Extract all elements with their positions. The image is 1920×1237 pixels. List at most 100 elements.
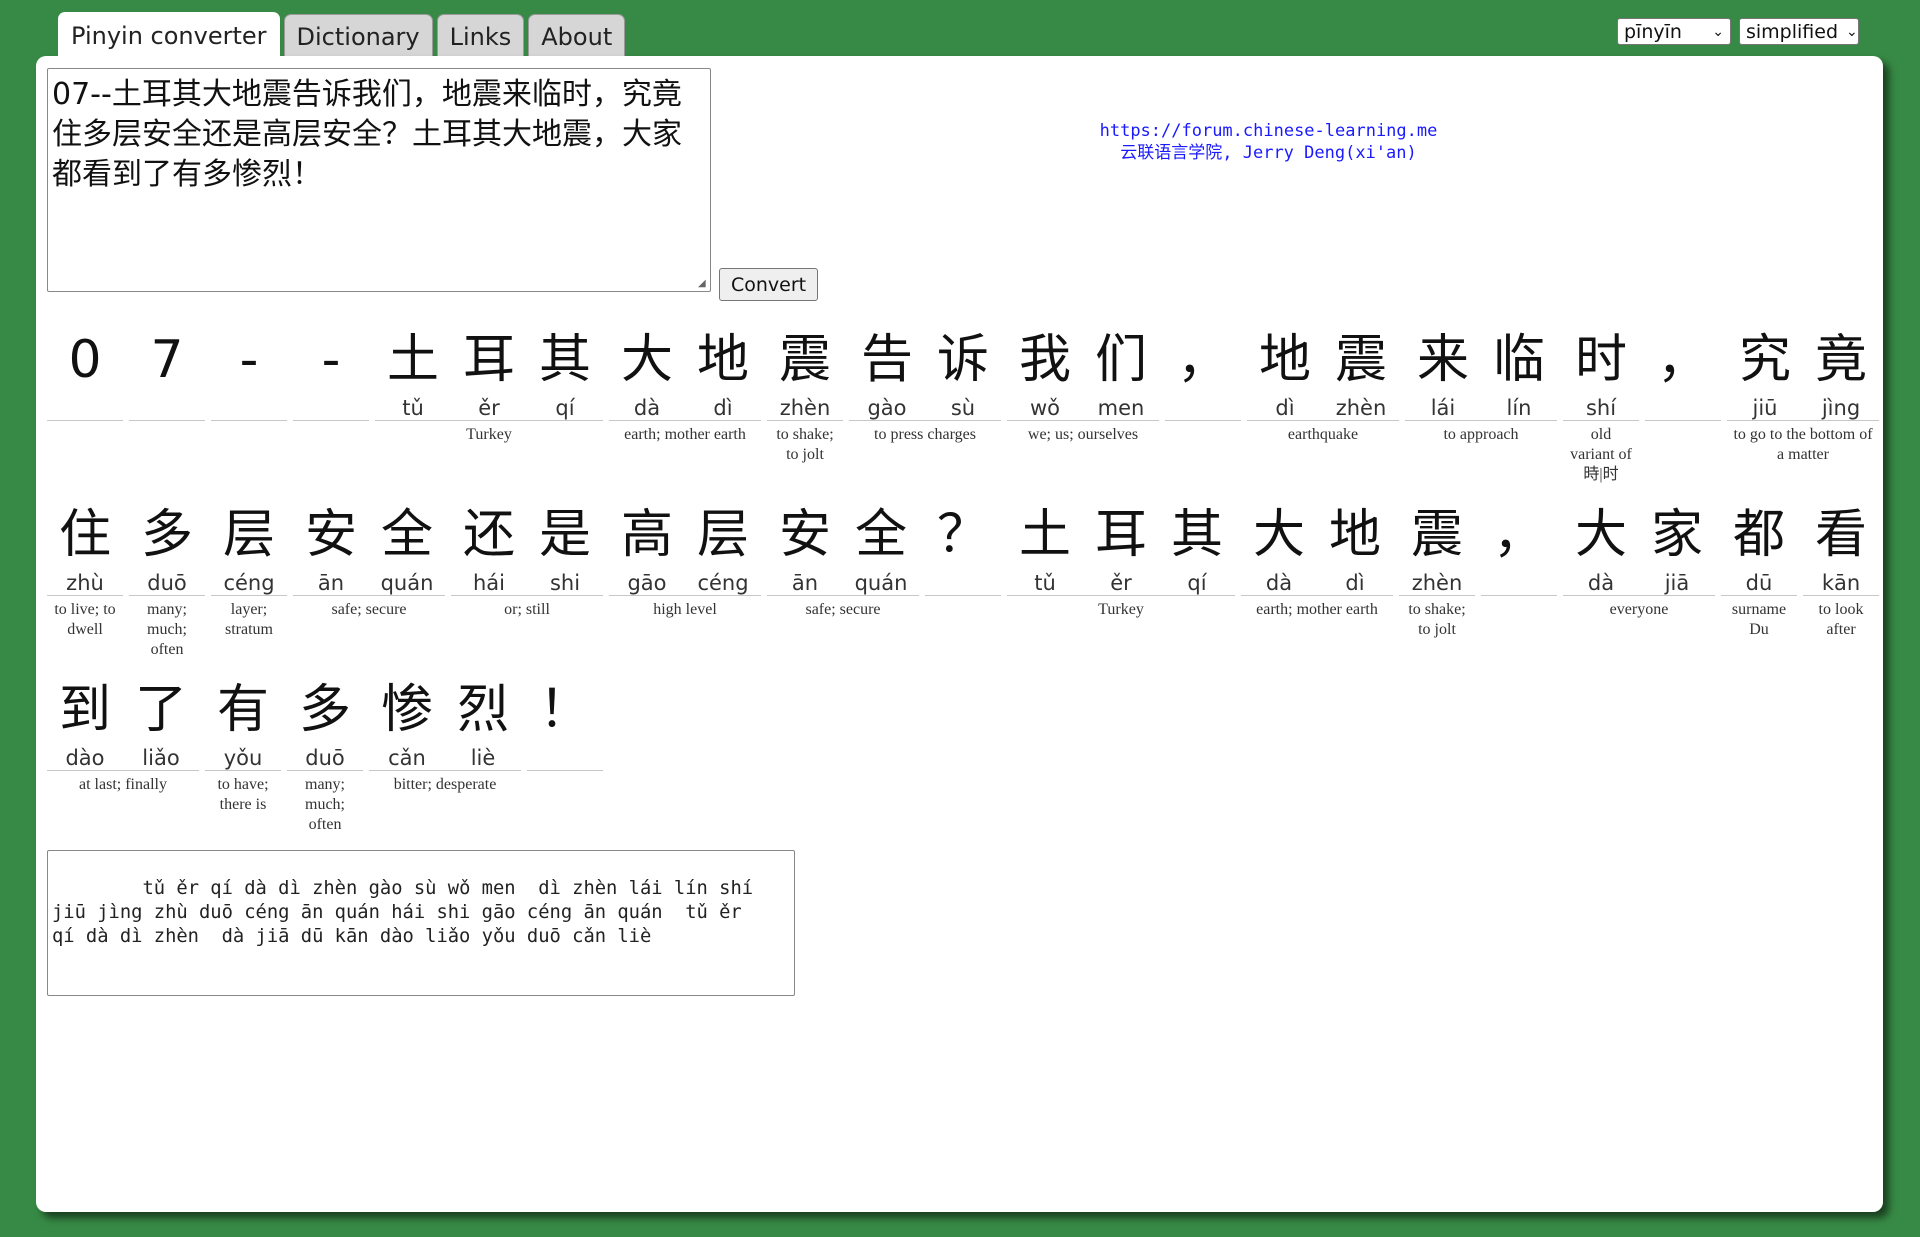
pinyin-label: men: [1097, 396, 1145, 420]
char-cell: 震 zhèn: [1399, 493, 1475, 595]
word-group[interactable]: 看 kān to look after: [1803, 493, 1879, 660]
word-group[interactable]: 震 zhèn to shake; to jolt: [767, 318, 843, 485]
word-chars: 地 dì 震 zhèn: [1247, 318, 1399, 421]
hanzi-char: 安: [778, 505, 831, 565]
word-group[interactable]: ！: [527, 668, 603, 835]
definition-label: [1481, 596, 1557, 600]
pinyin-label: dì: [1345, 571, 1365, 595]
resize-handle-icon[interactable]: ◢: [698, 279, 708, 289]
char-cell: 7: [129, 318, 205, 420]
convert-button[interactable]: Convert: [719, 268, 819, 301]
pinyin-label: lái: [1430, 396, 1456, 420]
definition-label: [211, 421, 287, 425]
tab-links[interactable]: Links: [436, 14, 525, 58]
pinyin-label: duō: [147, 571, 187, 595]
char-cell: 层 céng: [685, 493, 761, 595]
word-chars: 看 kān: [1803, 493, 1879, 596]
hanzi-char: 地: [1328, 505, 1381, 565]
word-group[interactable]: 大 dà 家 jiā everyone: [1563, 493, 1715, 660]
word-group[interactable]: 惨 cǎn 烈 liè bitter; desperate: [369, 668, 521, 835]
pinyin-label: shi: [549, 571, 581, 595]
word-group[interactable]: 安 ān 全 quán safe; secure: [767, 493, 919, 660]
word-group[interactable]: 土 tǔ 耳 ěr 其 qí Turkey: [375, 318, 603, 485]
hanzi-char: ，: [1492, 505, 1545, 565]
hanzi-char: 临: [1492, 330, 1545, 390]
word-chars: 大 dà 家 jiā: [1563, 493, 1715, 596]
word-group[interactable]: 多 duō many; much; often: [129, 493, 205, 660]
chinese-input-text: 07--土耳其大地震告诉我们，地震来临时，究竟住多层安全还是高层安全？土耳其大地…: [52, 77, 682, 192]
word-group[interactable]: 多 duō many; much; often: [287, 668, 363, 835]
word-chars: 时 shí: [1563, 318, 1639, 421]
pinyin-label: ān: [791, 571, 819, 595]
word-group[interactable]: 住 zhù to live; to dwell: [47, 493, 123, 660]
hanzi-char: 0: [68, 330, 102, 390]
word-group[interactable]: 7: [129, 318, 205, 485]
hanzi-char: 多: [298, 680, 351, 740]
tone-style-select[interactable]: pīnyīn ⌄: [1617, 18, 1731, 45]
char-row: 到 dào 了 liǎo at last; finally 有 yǒu to have; th…: [44, 668, 606, 835]
word-group[interactable]: 究 jiū 竟 jìng to go to the bottom of a matter: [1727, 318, 1879, 485]
pinyin-label: cǎn: [388, 746, 426, 770]
pinyin-label: wǒ: [1029, 396, 1061, 420]
word-group[interactable]: 时 shí old variant of 時|时: [1563, 318, 1639, 485]
word-group[interactable]: 高 gāo 层 céng high level: [609, 493, 761, 660]
credit-author: 云联语言学院, Jerry Deng(xi'an): [1120, 143, 1417, 163]
definition-label: [925, 596, 1001, 600]
word-chars: 大 dà 地 dì: [609, 318, 761, 421]
pinyin-label: jiū: [1752, 396, 1778, 420]
char-cell: 土 tǔ: [1007, 493, 1083, 595]
script-select[interactable]: simplified ⌄: [1739, 18, 1859, 45]
pinyin-label: gào: [867, 396, 907, 420]
char-cell: 大 dà: [1241, 493, 1317, 595]
word-group[interactable]: 到 dào 了 liǎo at last; finally: [47, 668, 199, 835]
definition-label: layer; stratum: [225, 601, 273, 638]
definition-label: earthquake: [1287, 426, 1359, 443]
word-group[interactable]: ，: [1481, 493, 1557, 660]
word-group[interactable]: 安 ān 全 quán safe; secure: [293, 493, 445, 660]
word-group[interactable]: ，: [1645, 318, 1721, 485]
word-group[interactable]: 土 tǔ 耳 ěr 其 qí Turkey: [1007, 493, 1235, 660]
word-group[interactable]: 大 dà 地 dì earth; mother earth: [1241, 493, 1393, 660]
char-cell: 多 duō: [129, 493, 205, 595]
char-cell: 震 zhèn: [767, 318, 843, 420]
tab-pinyin-converter[interactable]: Pinyin converter: [58, 12, 280, 58]
word-group[interactable]: 都 dū surname Du: [1721, 493, 1797, 660]
char-cell: 有 yǒu: [205, 668, 281, 770]
char-cell: 诉 sù: [925, 318, 1001, 420]
word-group[interactable]: 来 lái 临 lín to approach: [1405, 318, 1557, 485]
pinyin-label: sù: [950, 396, 976, 420]
word-group[interactable]: 我 wǒ 们 men we; us; ourselves: [1007, 318, 1159, 485]
word-group[interactable]: 层 céng layer; stratum: [211, 493, 287, 660]
hanzi-char: -: [239, 330, 259, 390]
definition-label: high level: [653, 601, 717, 618]
word-group[interactable]: 震 zhèn to shake; to jolt: [1399, 493, 1475, 660]
char-cell: 了 liǎo: [123, 668, 199, 770]
tab-about[interactable]: About: [528, 14, 626, 58]
pinyin-label: tǔ: [402, 396, 424, 420]
char-cell: 全 quán: [843, 493, 919, 595]
word-group[interactable]: ？: [925, 493, 1001, 660]
char-cell: ！: [527, 668, 603, 770]
credit-url[interactable]: https://forum.chinese-learning.me: [1036, 120, 1501, 142]
chinese-input-textarea[interactable]: 07--土耳其大地震告诉我们，地震来临时，究竟住多层安全还是高层安全？土耳其大地…: [47, 68, 711, 292]
char-cell: 大 dà: [1563, 493, 1639, 595]
hanzi-char: 地: [696, 330, 749, 390]
hanzi-char: 震: [1334, 330, 1387, 390]
word-chars: 震 zhèn: [1399, 493, 1475, 596]
word-group[interactable]: 告 gào 诉 sù to press charges: [849, 318, 1001, 485]
pinyin-label: zhù: [66, 571, 104, 595]
word-group[interactable]: 有 yǒu to have; there is: [205, 668, 281, 835]
definition-label: to live; to dwell: [54, 601, 116, 638]
word-group[interactable]: 还 hái 是 shi or; still: [451, 493, 603, 660]
word-group[interactable]: -: [293, 318, 369, 485]
word-group[interactable]: 大 dà 地 dì earth; mother earth: [609, 318, 761, 485]
word-group[interactable]: ，: [1165, 318, 1241, 485]
definition-label: [47, 421, 123, 425]
pinyin-output-textarea[interactable]: tǔ ěr qí dà dì zhèn gào sù wǒ men dì zhè…: [47, 850, 795, 996]
word-group[interactable]: 地 dì 震 zhèn earthquake: [1247, 318, 1399, 485]
word-group[interactable]: 0: [47, 318, 123, 485]
word-chars: 大 dà 地 dì: [1241, 493, 1393, 596]
tab-dictionary[interactable]: Dictionary: [283, 14, 433, 58]
word-group[interactable]: -: [211, 318, 287, 485]
char-cell: 是 shi: [527, 493, 603, 595]
